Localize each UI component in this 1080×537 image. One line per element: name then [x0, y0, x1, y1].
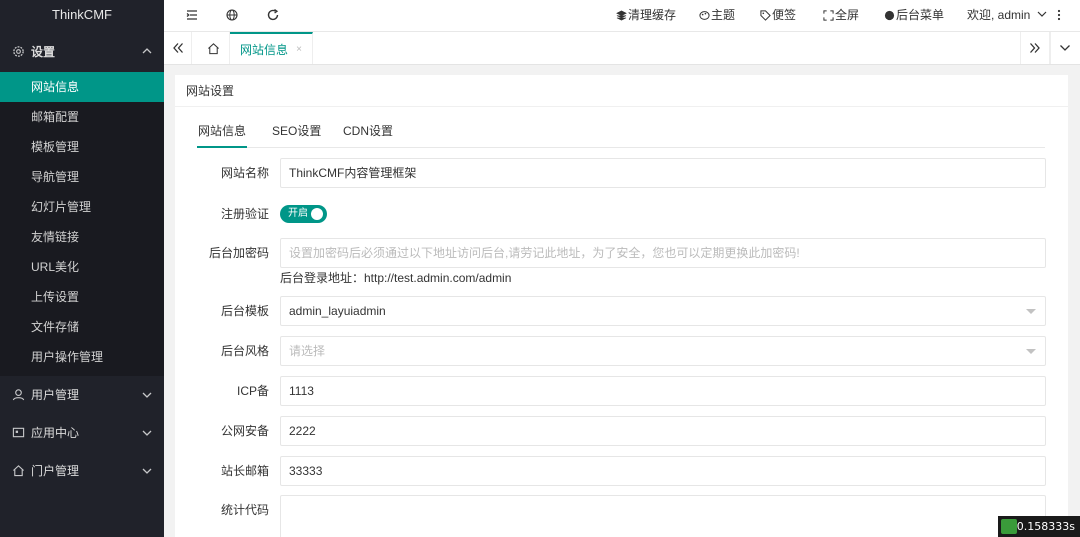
email-input[interactable]: 33333: [280, 456, 1046, 486]
sidebar-group-settings[interactable]: 设置: [0, 32, 164, 72]
debug-time-text: 0.158333s: [1016, 520, 1075, 533]
notes-label: 便签: [772, 8, 797, 22]
sidebar-item-email[interactable]: 邮箱配置: [0, 102, 164, 132]
subtab-site-info[interactable]: 网站信息: [197, 117, 247, 148]
menu-fold-icon[interactable]: [185, 8, 199, 22]
theme-label: 主题: [711, 8, 736, 22]
refresh-icon[interactable]: [266, 8, 280, 22]
settings-subtabs: 网站信息 SEO设置 CDN设置: [197, 117, 1045, 148]
app-icon: [12, 427, 25, 438]
admin-password-input[interactable]: 设置加密码后必须通过以下地址访问后台,请劳记此地址，为了安全，您也可以定期更换此…: [280, 238, 1046, 268]
admin-theme-select[interactable]: admin_layuiadmin: [280, 296, 1046, 326]
backend-menu-button[interactable]: 后台菜单: [884, 0, 944, 32]
top-header: 清理缓存 主题 便签 全屏 后台菜单 欢迎, admin: [164, 0, 1080, 32]
tab-close-icon[interactable]: ×: [296, 34, 302, 66]
police-label: 公网安备: [220, 424, 269, 438]
fullscreen-label: 全屏: [835, 8, 860, 22]
chevron-down-icon: [1037, 11, 1047, 17]
sidebar-group-portal[interactable]: 门户管理: [0, 452, 164, 490]
user-icon: [12, 389, 25, 401]
chevron-down-icon: [1060, 45, 1070, 51]
sidebar-item-navigation[interactable]: 导航管理: [0, 162, 164, 192]
card-title: 网站设置: [175, 75, 1068, 107]
home-tab-button[interactable]: [198, 32, 230, 64]
sidebar: ThinkCMF 设置 网站信息 邮箱配置 模板管理 导航管理 幻灯片管理 友情…: [0, 0, 164, 537]
clear-cache-label: 清理缓存: [628, 8, 677, 22]
palette-icon: [699, 11, 710, 20]
captcha-toggle[interactable]: 开启: [280, 205, 327, 223]
home-icon: [208, 43, 219, 55]
sidebar-item-links[interactable]: 友情链接: [0, 222, 164, 252]
tab-scroll-right-button[interactable]: [1020, 32, 1050, 64]
layers-icon: [616, 10, 627, 21]
admin-theme-label: 后台模板: [220, 304, 269, 318]
sidebar-group-label: 设置: [31, 45, 56, 59]
sidebar-item-storage[interactable]: 文件存储: [0, 312, 164, 342]
circle-icon: [884, 10, 895, 21]
tab-site-info[interactable]: 网站信息 ×: [230, 32, 313, 64]
settings-card: 网站设置 网站信息 SEO设置 CDN设置 网站名称 ThinkCMF内容管理框…: [175, 75, 1068, 537]
theme-button[interactable]: 主题: [699, 0, 735, 32]
settings-submenu: 网站信息 邮箱配置 模板管理 导航管理 幻灯片管理 友情链接 URL美化 上传设…: [0, 72, 164, 376]
icp-label: ICP备: [236, 384, 269, 398]
sidebar-item-templates[interactable]: 模板管理: [0, 132, 164, 162]
notes-button[interactable]: 便签: [760, 0, 796, 32]
fullscreen-button[interactable]: 全屏: [823, 0, 859, 32]
sidebar-item-user-actions[interactable]: 用户操作管理: [0, 342, 164, 372]
toggle-knob: [311, 208, 323, 220]
police-input[interactable]: 2222: [280, 416, 1046, 446]
double-chevron-left-icon: [173, 43, 183, 53]
tag-icon: [760, 10, 771, 21]
double-chevron-right-icon: [1030, 43, 1040, 53]
globe-icon[interactable]: [225, 8, 239, 22]
sidebar-item-site-info[interactable]: 网站信息: [0, 72, 164, 102]
admin-password-label: 后台加密码: [208, 246, 269, 260]
stat-code-label: 统计代码: [220, 503, 269, 517]
clear-cache-button[interactable]: 清理缓存: [616, 0, 676, 32]
sidebar-item-url[interactable]: URL美化: [0, 252, 164, 282]
chevron-up-icon: [142, 48, 152, 54]
dropdown-caret-icon: [1026, 309, 1036, 314]
admin-style-select[interactable]: 请选择: [280, 336, 1046, 366]
tab-label: 网站信息: [240, 43, 289, 57]
sidebar-group-label: 门户管理: [31, 464, 80, 478]
sidebar-group-label: 用户管理: [31, 388, 80, 402]
welcome-label: 欢迎, admin: [967, 8, 1031, 22]
tab-bar: 网站信息 ×: [164, 32, 1080, 65]
admin-style-label: 后台风格: [220, 344, 269, 358]
chevron-down-icon: [142, 430, 152, 436]
gear-icon: [13, 46, 24, 57]
sidebar-group-label: 应用中心: [31, 426, 80, 440]
tab-actions-button[interactable]: [1050, 32, 1080, 64]
admin-style-placeholder: 请选择: [289, 344, 326, 358]
sidebar-item-upload[interactable]: 上传设置: [0, 282, 164, 312]
admin-login-url-hint: 后台登录地址：http://test.admin.com/admin: [280, 271, 512, 285]
chevron-down-icon: [142, 468, 152, 474]
site-name-label: 网站名称: [220, 166, 269, 180]
debug-logo-icon: [1001, 519, 1017, 534]
tab-scroll-left-button[interactable]: [164, 32, 192, 64]
dropdown-caret-icon: [1026, 349, 1036, 354]
sidebar-group-apps[interactable]: 应用中心: [0, 414, 164, 452]
chevron-down-icon: [142, 392, 152, 398]
site-name-input[interactable]: ThinkCMF内容管理框架: [280, 158, 1046, 188]
icp-input[interactable]: 1113: [280, 376, 1046, 406]
backend-menu-label: 后台菜单: [896, 8, 945, 22]
admin-theme-value: admin_layuiadmin: [289, 304, 386, 318]
debug-timer-badge[interactable]: 0.158333s: [998, 516, 1080, 537]
subtab-cdn[interactable]: CDN设置: [343, 117, 393, 148]
toggle-text: 开启: [288, 208, 308, 219]
app-logo[interactable]: ThinkCMF: [0, 0, 164, 32]
fullscreen-icon: [823, 10, 834, 21]
home-icon: [13, 465, 24, 477]
email-label: 站长邮箱: [220, 464, 269, 478]
more-vertical-icon[interactable]: [1052, 8, 1066, 22]
sidebar-item-slides[interactable]: 幻灯片管理: [0, 192, 164, 222]
subtab-seo[interactable]: SEO设置: [272, 117, 321, 148]
captcha-label: 注册验证: [220, 207, 269, 221]
user-menu[interactable]: 欢迎, admin: [967, 0, 1048, 32]
sidebar-group-users[interactable]: 用户管理: [0, 376, 164, 414]
stat-code-textarea[interactable]: [280, 495, 1046, 537]
